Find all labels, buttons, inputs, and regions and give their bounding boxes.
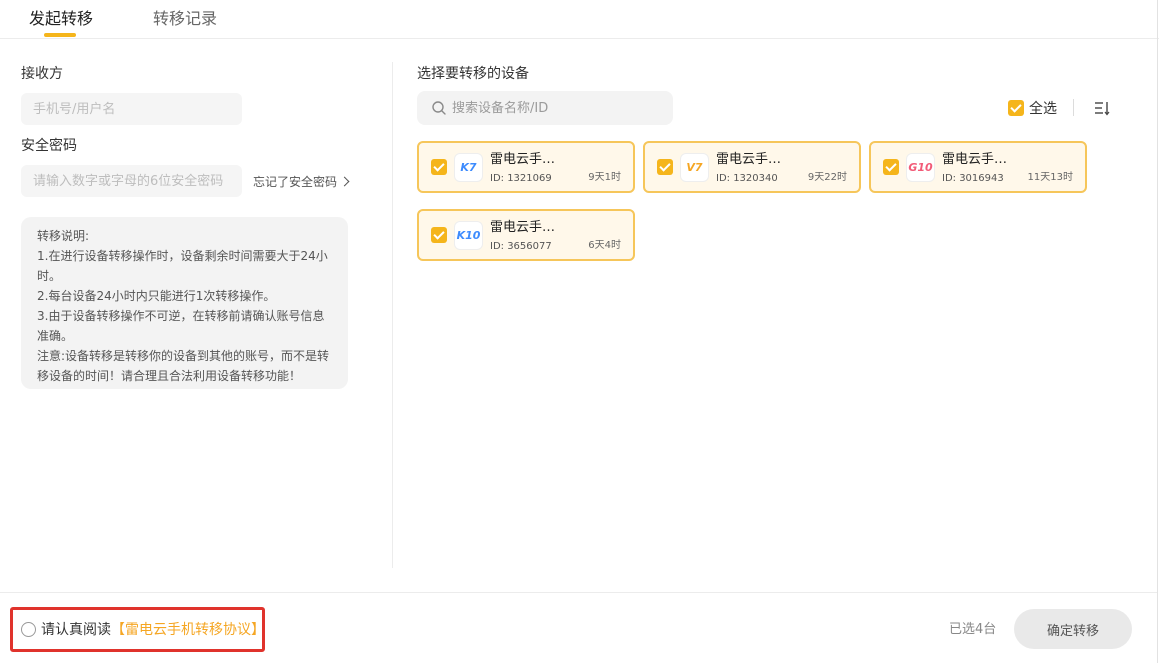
notice-title: 转移说明: xyxy=(37,229,90,243)
notice-warning: 注意:设备转移是转移你的设备到其他的账号，而不是转移设备的时间！请合理且合法利用… xyxy=(37,349,330,383)
device-name: 雷电云手… xyxy=(942,152,1008,167)
active-tab-indicator xyxy=(44,33,76,37)
device-id: ID: 1320340 xyxy=(716,173,778,184)
checkbox-checked-icon[interactable] xyxy=(657,159,673,175)
device-name: 雷电云手… xyxy=(490,220,556,235)
checkbox-checked-icon xyxy=(1008,100,1024,116)
selected-count: 已选4台 xyxy=(949,622,997,637)
device-model-icon: K10 xyxy=(454,221,483,250)
agreement-prefix: 请认真阅读 xyxy=(41,622,111,638)
section-divider xyxy=(392,62,393,568)
device-id: ID: 3016943 xyxy=(942,173,1004,184)
device-card[interactable]: K7 雷电云手… ID: 1321069 9天1时 xyxy=(417,141,635,193)
password-label: 安全密码 xyxy=(21,138,77,154)
device-remaining-time: 9天1时 xyxy=(588,172,621,183)
checkbox-checked-icon[interactable] xyxy=(431,159,447,175)
device-remaining-time: 6天4时 xyxy=(588,240,621,251)
agreement-link[interactable]: 【雷电云手机转移协议】 xyxy=(111,622,265,638)
device-search-input[interactable] xyxy=(452,91,667,125)
device-name: 雷电云手… xyxy=(716,152,782,167)
devices-section-title: 选择要转移的设备 xyxy=(417,66,529,82)
notice-line: 1.在进行设备转移操作时，设备剩余时间需要大于24小时。 xyxy=(37,249,328,283)
receiver-label: 接收方 xyxy=(21,66,63,82)
select-all-checkbox[interactable]: 全选 xyxy=(1008,99,1057,117)
notice-line: 3.由于设备转移操作不可逆，在转移前请确认账号信息准确。 xyxy=(37,309,325,343)
forgot-password-label: 忘记了安全密码 xyxy=(253,175,338,189)
transfer-notice: 转移说明: 1.在进行设备转移操作时，设备剩余时间需要大于24小时。 2.每台设… xyxy=(21,217,348,389)
forgot-password-link[interactable]: 忘记了安全密码 xyxy=(253,173,350,191)
chevron-right-icon xyxy=(339,176,350,187)
device-card[interactable]: G10 雷电云手… ID: 3016943 11天13时 xyxy=(869,141,1087,193)
device-remaining-time: 11天13时 xyxy=(1027,172,1073,183)
device-name: 雷电云手… xyxy=(490,152,556,167)
checkbox-checked-icon[interactable] xyxy=(883,159,899,175)
device-model-icon: V7 xyxy=(680,153,709,182)
toolbar-separator xyxy=(1073,99,1074,116)
password-input[interactable] xyxy=(21,165,242,197)
device-model-icon: G10 xyxy=(906,153,935,182)
agreement-radio[interactable] xyxy=(21,622,36,637)
confirm-transfer-button[interactable]: 确定转移 xyxy=(1014,609,1132,649)
notice-line: 2.每台设备24小时内只能进行1次转移操作。 xyxy=(37,289,276,303)
device-card[interactable]: K10 雷电云手… ID: 3656077 6天4时 xyxy=(417,209,635,261)
search-icon xyxy=(432,101,446,115)
checkbox-checked-icon[interactable] xyxy=(431,227,447,243)
tab-initiate-transfer[interactable]: 发起转移 xyxy=(29,8,93,30)
tab-bar: 发起转移 转移记录 xyxy=(0,0,1159,39)
device-id: ID: 1321069 xyxy=(490,173,552,184)
device-card[interactable]: V7 雷电云手… ID: 1320340 9天22时 xyxy=(643,141,861,193)
receiver-input[interactable] xyxy=(21,93,242,125)
tab-transfer-records[interactable]: 转移记录 xyxy=(153,8,217,30)
device-id: ID: 3656077 xyxy=(490,241,552,252)
device-search xyxy=(417,91,673,125)
select-all-label: 全选 xyxy=(1029,101,1057,117)
device-remaining-time: 9天22时 xyxy=(807,172,847,183)
device-model-icon: K7 xyxy=(454,153,483,182)
sort-icon[interactable] xyxy=(1094,100,1110,116)
agreement-text: 请认真阅读【雷电云手机转移协议】 xyxy=(41,620,265,640)
window-edge xyxy=(1157,0,1158,663)
